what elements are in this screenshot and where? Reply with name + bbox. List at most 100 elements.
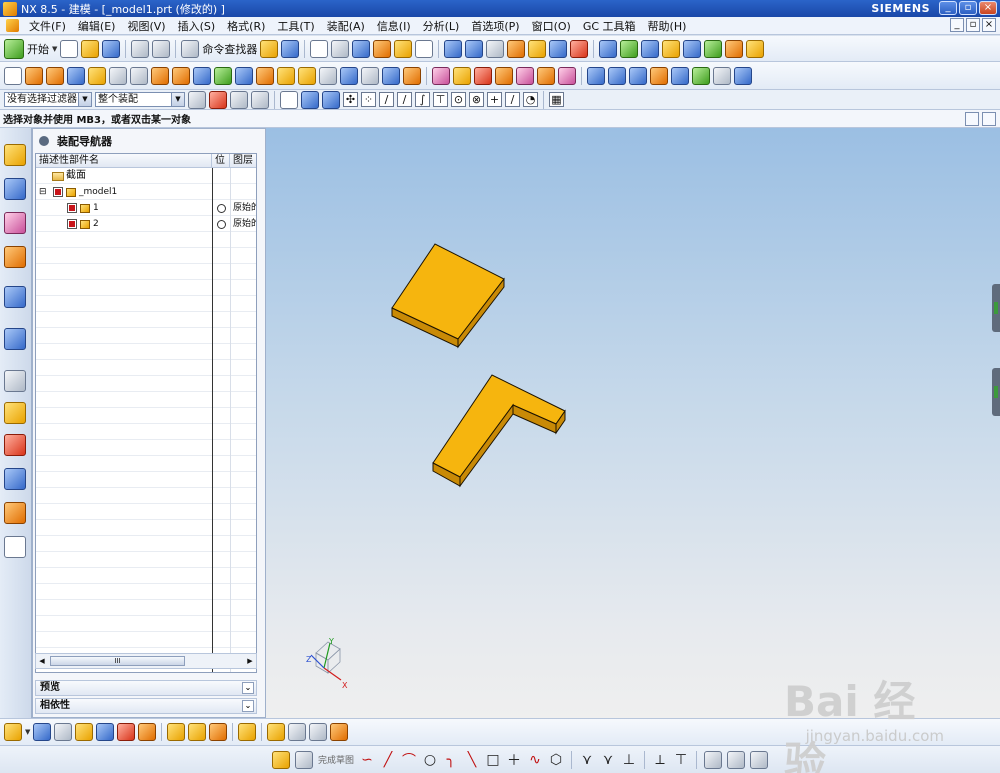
clearance-analysis-icon[interactable] [330, 723, 349, 741]
exploded-views-icon[interactable] [167, 723, 186, 741]
body-select-icon[interactable] [322, 90, 340, 109]
constraint-navigator-icon[interactable] [4, 178, 26, 200]
preview-section[interactable]: 预览 ⌄ [35, 680, 257, 696]
cone-icon[interactable] [109, 66, 127, 85]
restore-button[interactable]: ▫ [959, 1, 977, 15]
nx-menu-icon[interactable] [6, 19, 19, 32]
unite-icon[interactable] [193, 66, 211, 85]
circle-icon[interactable]: ○ [422, 752, 438, 768]
process-studio-icon[interactable] [4, 434, 26, 456]
block-icon[interactable] [67, 66, 85, 85]
menu-assembly[interactable]: 装配(A) [321, 18, 371, 34]
doc-minimize-button[interactable]: _ [950, 18, 964, 32]
wave-interpart-icon[interactable] [238, 723, 257, 741]
doc-close-button[interactable]: × [982, 18, 996, 32]
selection-intent-icon[interactable] [251, 90, 269, 109]
pipe-clamp-icon[interactable] [288, 723, 307, 741]
thicken-icon[interactable] [671, 66, 689, 85]
chevron-down-icon[interactable]: ▼ [171, 93, 184, 106]
menu-edit[interactable]: 编辑(E) [72, 18, 122, 34]
web-browser-icon[interactable] [4, 286, 26, 308]
move-face-icon[interactable] [453, 66, 471, 85]
system-scene-icon[interactable] [4, 536, 26, 558]
snap-quadrant-icon[interactable]: ⊗ [469, 92, 484, 107]
menu-information[interactable]: 信息(I) [371, 18, 417, 34]
reuse-library-icon[interactable] [4, 246, 26, 268]
status-panel-icon[interactable] [965, 112, 979, 126]
feature-selection-icon[interactable] [209, 90, 227, 109]
chamfer-sketch-icon[interactable]: ╲ [464, 752, 480, 768]
collapse-icon[interactable]: ⊟ [39, 184, 47, 200]
sketch-icon[interactable] [4, 66, 22, 85]
draft-icon[interactable] [319, 66, 337, 85]
move-component-icon[interactable] [641, 39, 660, 58]
part-navigator-icon[interactable] [4, 212, 26, 234]
explode-view-icon[interactable] [746, 39, 765, 58]
through-curves-icon[interactable] [587, 66, 605, 85]
wave-linker-icon[interactable] [704, 39, 723, 58]
menu-tools[interactable]: 工具(T) [271, 18, 320, 34]
create-array-icon[interactable] [75, 723, 94, 741]
system-materials-icon[interactable] [4, 402, 26, 424]
shell-icon[interactable] [298, 66, 316, 85]
edge-blend-icon[interactable] [256, 66, 274, 85]
type-filter-select[interactable]: 没有选择过滤器 ▼ [4, 92, 92, 107]
polygon-icon[interactable]: ⬡ [548, 752, 564, 768]
curve-rule-icon[interactable] [230, 90, 248, 109]
section-view-icon[interactable] [394, 39, 413, 58]
select-move-icon[interactable] [444, 39, 463, 58]
edge-bar-handle-bottom[interactable] [992, 368, 1000, 416]
render-style-icon[interactable] [331, 39, 350, 58]
replace-component-icon[interactable] [683, 39, 702, 58]
cylinder-icon[interactable] [88, 66, 106, 85]
scroll-right-icon[interactable]: ▶ [245, 656, 255, 666]
save-icon[interactable] [102, 39, 121, 58]
studio-spline-icon[interactable]: ∿ [527, 752, 543, 768]
intersect-icon[interactable] [235, 66, 253, 85]
component-stack-icon[interactable] [620, 39, 639, 58]
add-component-icon[interactable] [4, 723, 22, 741]
quick-extend-icon[interactable]: ⋎ [600, 752, 616, 768]
face-select-icon[interactable] [301, 90, 319, 109]
menu-gc-toolbox[interactable]: GC 工具箱 [577, 18, 642, 34]
resize-blend-icon[interactable] [516, 66, 534, 85]
redo-icon[interactable] [152, 39, 171, 58]
boss-icon[interactable] [172, 66, 190, 85]
pattern-feature-icon[interactable] [403, 66, 421, 85]
l-shaped-part[interactable] [432, 374, 566, 488]
ruled-surface-icon[interactable] [629, 66, 647, 85]
finish-sketch-button[interactable]: 完成草图 [318, 753, 354, 766]
orient-view-icon[interactable] [281, 39, 300, 58]
line-icon[interactable]: ╱ [380, 752, 396, 768]
minimize-button[interactable]: _ [939, 1, 957, 15]
relations-browser-icon[interactable] [750, 750, 769, 769]
pattern-component-icon[interactable] [662, 39, 681, 58]
bounded-plane-icon[interactable] [650, 66, 668, 85]
menu-file[interactable]: 文件(F) [23, 18, 72, 34]
horizontal-scrollbar[interactable]: ◀ III ▶ [35, 653, 257, 669]
snap-point-on-icon[interactable]: ✣ [343, 92, 358, 107]
snap-intersection-icon[interactable]: ⊤ [433, 92, 448, 107]
sketch-task-icon[interactable] [272, 750, 290, 769]
new-file-icon[interactable] [60, 39, 79, 58]
square-plate-part[interactable] [391, 243, 505, 349]
start-button[interactable]: 开始 [27, 41, 49, 57]
extrude-icon[interactable] [25, 66, 43, 85]
make-coplanar-icon[interactable] [558, 66, 576, 85]
subtract-icon[interactable] [214, 66, 232, 85]
snap-arc-center-icon[interactable]: ⊙ [451, 92, 466, 107]
close-button[interactable]: × [979, 1, 997, 15]
snap-point-on-curve-icon[interactable]: + [487, 92, 502, 107]
revolve-icon[interactable] [46, 66, 64, 85]
fillet-icon[interactable]: ╮ [443, 752, 459, 768]
new-parent-icon[interactable] [54, 723, 73, 741]
rectangle-icon[interactable]: □ [485, 752, 501, 768]
snap-existing-point-icon[interactable]: ⁘ [361, 92, 376, 107]
clock-icon[interactable] [4, 370, 26, 392]
hole-icon[interactable] [151, 66, 169, 85]
menu-insert[interactable]: 插入(S) [172, 18, 222, 34]
sync-modeling-icon[interactable] [432, 66, 450, 85]
tree-row-component-2[interactable]: 2 原始的 [36, 216, 256, 232]
chevron-down-icon[interactable]: ⌄ [242, 700, 254, 712]
snap-control-point-icon[interactable]: ∫ [415, 92, 430, 107]
